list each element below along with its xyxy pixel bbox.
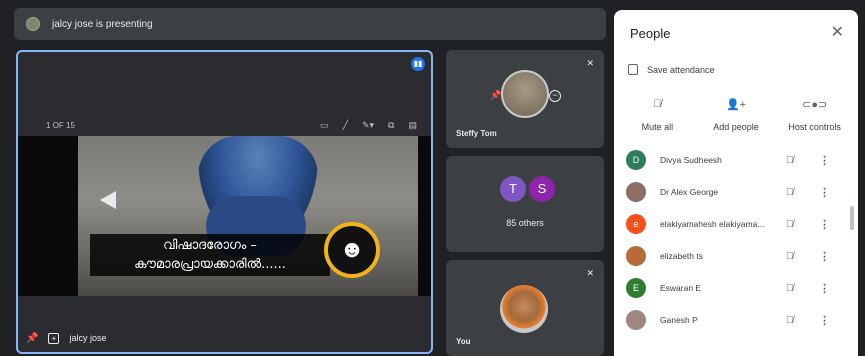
- remove-icon[interactable]: −: [549, 90, 561, 102]
- meet-window: jalcy jose is presenting ▮▮ 1 OF 15 ▭ ╱ …: [0, 0, 865, 356]
- popout-icon[interactable]: ⧉: [388, 120, 394, 131]
- list-item[interactable]: Dr Alex George 🎙̸ ⋮: [614, 176, 858, 208]
- presenter-avatar: [26, 17, 40, 31]
- slide-toolbar: 1 OF 15 ▭ ╱ ✎▾ ⧉ ▤: [18, 114, 431, 136]
- mic-off-icon[interactable]: 🎙̸: [786, 315, 794, 326]
- scrollbar[interactable]: [850, 206, 854, 230]
- mic-off-icon[interactable]: 🎙̸: [786, 219, 794, 230]
- slide-counter: 1 OF 15: [46, 120, 75, 130]
- add-people-button[interactable]: 👤+ Add people: [697, 98, 776, 132]
- avatar: T: [500, 176, 526, 202]
- more-options-icon[interactable]: ⋮: [819, 282, 830, 295]
- main-presentation-tile[interactable]: ▮▮ 1 OF 15 ▭ ╱ ✎▾ ⧉ ▤ വിഷാദരോഗം – കൗമാരപ…: [16, 50, 433, 354]
- panel-actions: 🎙̸ Mute all 👤+ Add people ⊂●⊃ Host contr…: [614, 98, 858, 132]
- more-options-icon[interactable]: ⋮: [819, 314, 830, 327]
- participant-name: Eswaran E: [660, 283, 702, 293]
- avatar: [500, 285, 548, 333]
- add-person-icon: 👤+: [725, 99, 747, 111]
- main-tile-footer: 📌 + jalcy jose: [18, 324, 431, 352]
- panel-title: People: [630, 26, 671, 41]
- participant-name: Steffy Tom: [456, 129, 497, 138]
- mute-all-button[interactable]: 🎙̸ Mute all: [618, 98, 697, 132]
- participant-name: Divya Sudheesh: [660, 155, 722, 165]
- slide-caption: വിഷാദരോഗം – കൗമാരപ്രായക്കാരിൽ......: [90, 234, 330, 276]
- highlighter-icon[interactable]: ✎▾: [362, 120, 374, 131]
- list-item[interactable]: E Eswaran E 🎙̸ ⋮: [614, 272, 858, 304]
- pen-icon[interactable]: ╱: [343, 120, 348, 131]
- save-attendance-button[interactable]: Save attendance: [628, 64, 715, 75]
- participant-name: elizabeth ts: [660, 251, 703, 261]
- more-options-icon[interactable]: ⋮: [819, 154, 830, 167]
- participant-list: D Divya Sudheesh 🎙̸ ⋮ Dr Alex George 🎙̸ …: [614, 144, 858, 336]
- slide-content: വിഷാദരോഗം – കൗമാരപ്രായക്കാരിൽ...... ☻: [18, 136, 431, 296]
- pin-icon[interactable]: 📌: [26, 333, 38, 344]
- speaking-indicator-icon: ▮▮: [411, 57, 425, 71]
- avatar: [626, 310, 646, 330]
- mic-off-icon: ✕: [586, 58, 594, 68]
- mic-off-icon: ✕: [586, 268, 594, 278]
- participant-name: elakiyamahesh elakiyama...: [660, 219, 765, 229]
- host-controls-button[interactable]: ⊂●⊃ Host controls: [775, 98, 854, 132]
- mic-off-icon[interactable]: 🎙̸: [786, 155, 794, 166]
- mic-off-icon: 🎙̸: [653, 98, 662, 110]
- mic-off-icon[interactable]: 🎙̸: [786, 187, 794, 198]
- avatar: S: [529, 176, 555, 202]
- participant-name: Dr Alex George: [660, 187, 719, 197]
- avatar: [501, 70, 549, 118]
- more-options-icon[interactable]: ⋮: [819, 250, 830, 263]
- presenting-bar: jalcy jose is presenting: [14, 8, 606, 40]
- previous-slide-arrow-icon[interactable]: [100, 191, 116, 209]
- others-count: 85 others: [506, 218, 544, 228]
- avatar: [626, 246, 646, 266]
- mic-off-icon[interactable]: 🎙̸: [786, 251, 794, 262]
- list-item[interactable]: D Divya Sudheesh 🎙̸ ⋮: [614, 144, 858, 176]
- avatar: E: [626, 278, 646, 298]
- presenter-name: jalcy jose: [69, 333, 107, 343]
- list-item[interactable]: elizabeth ts 🎙̸ ⋮: [614, 240, 858, 272]
- participant-name: Ganesh P: [660, 315, 698, 325]
- avatar: D: [626, 150, 646, 170]
- people-panel: People ✕ Save attendance 🎙̸ Mute all 👤+ …: [614, 10, 858, 356]
- presenting-text: jalcy jose is presenting: [52, 18, 153, 30]
- others-tile[interactable]: T S 85 others: [446, 156, 604, 252]
- more-options-icon[interactable]: ⋮: [819, 218, 830, 231]
- fullscreen-icon[interactable]: +: [48, 332, 60, 344]
- save-icon: [628, 64, 638, 75]
- close-icon[interactable]: ✕: [831, 22, 844, 42]
- present-icon[interactable]: ▭: [320, 120, 329, 131]
- mic-off-icon[interactable]: 🎙̸: [786, 283, 794, 294]
- avatar: [626, 182, 646, 202]
- brain-icon: ☻: [324, 222, 380, 278]
- self-tile[interactable]: ✕ You: [446, 260, 604, 356]
- avatar: e: [626, 214, 646, 234]
- participant-tile-steffy[interactable]: ✕ 📌 − Steffy Tom: [446, 50, 604, 148]
- notes-icon[interactable]: ▤: [408, 120, 417, 131]
- list-item[interactable]: e elakiyamahesh elakiyama... 🎙̸ ⋮: [614, 208, 858, 240]
- list-item[interactable]: Ganesh P 🎙̸ ⋮: [614, 304, 858, 336]
- participant-name: You: [456, 337, 471, 346]
- pin-icon[interactable]: 📌: [490, 90, 501, 101]
- toggle-icon: ⊂●⊃: [802, 99, 828, 111]
- more-options-icon[interactable]: ⋮: [819, 186, 830, 199]
